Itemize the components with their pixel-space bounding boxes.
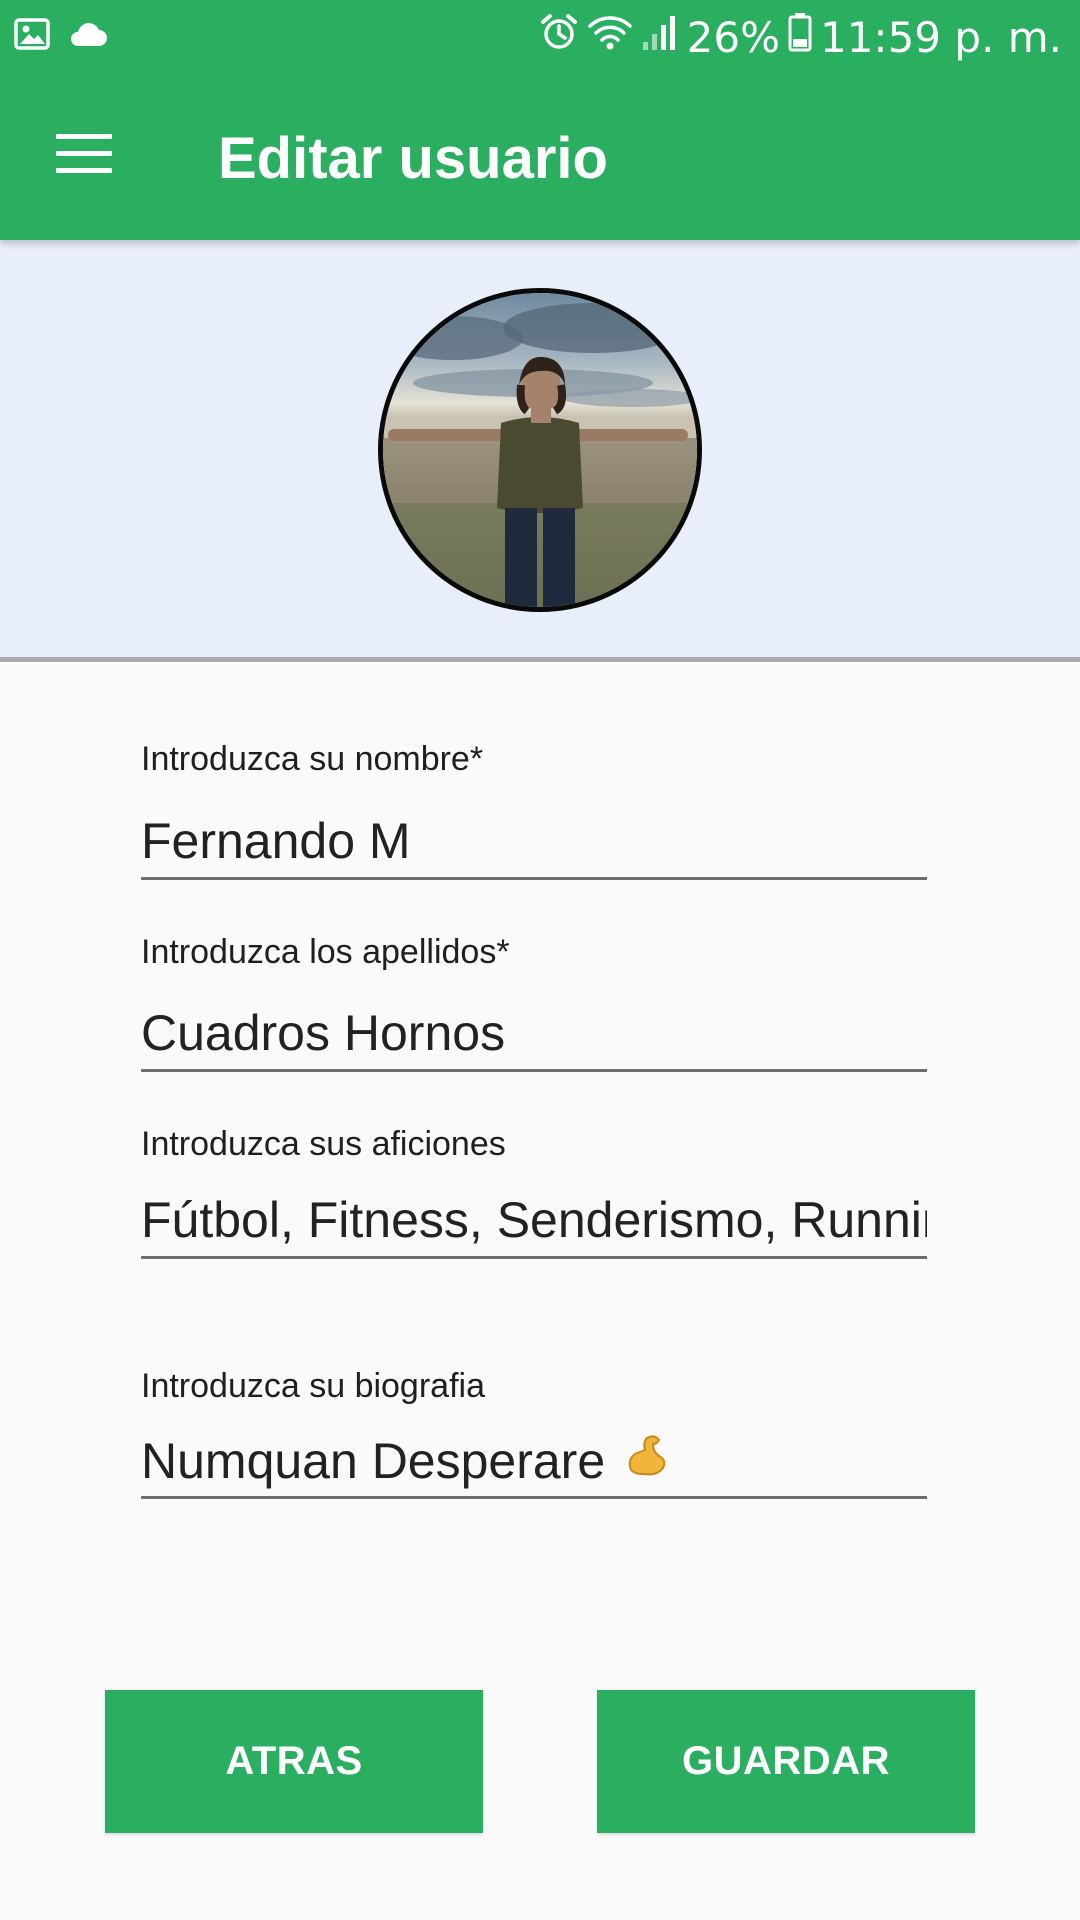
status-bar: 26% 11:59 p. m.: [0, 0, 1080, 76]
back-button[interactable]: ATRAS: [105, 1690, 483, 1833]
battery-percent: 26%: [686, 13, 780, 62]
wifi-icon: [587, 10, 633, 66]
hamburger-menu-icon[interactable]: [56, 134, 112, 174]
nombre-label: Introduzca su nombre*: [141, 740, 484, 778]
biografia-input[interactable]: Numquan Desperare: [141, 1425, 927, 1499]
biografia-value: Numquan Desperare: [141, 1432, 606, 1489]
top-app-bar: 26% 11:59 p. m. Editar usuario: [0, 0, 1080, 240]
gallery-icon: [14, 16, 50, 57]
cloud-icon: [68, 20, 108, 53]
save-button[interactable]: GUARDAR: [597, 1690, 975, 1833]
apellidos-input[interactable]: Cuadros Hornos: [141, 998, 927, 1072]
biografia-label: Introduzca su biografia: [141, 1367, 485, 1405]
profile-photo[interactable]: [378, 288, 702, 612]
signal-icon: [641, 10, 679, 66]
battery-icon: [788, 10, 812, 66]
alarm-icon: [539, 10, 579, 66]
apellidos-label: Introduzca los apellidos*: [141, 933, 510, 971]
aficiones-label: Introduzca sus aficiones: [141, 1125, 506, 1163]
status-time: 11:59 p. m.: [819, 13, 1062, 62]
nombre-input[interactable]: Fernando M: [141, 806, 927, 880]
flexed-biceps-icon: [623, 1426, 671, 1496]
aficiones-input[interactable]: Fútbol, Fitness, Senderismo, Running: [141, 1185, 927, 1259]
status-bar-notifications: [14, 16, 108, 57]
page-title: Editar usuario: [218, 126, 608, 191]
status-bar-system: 26% 11:59 p. m.: [539, 10, 1062, 66]
